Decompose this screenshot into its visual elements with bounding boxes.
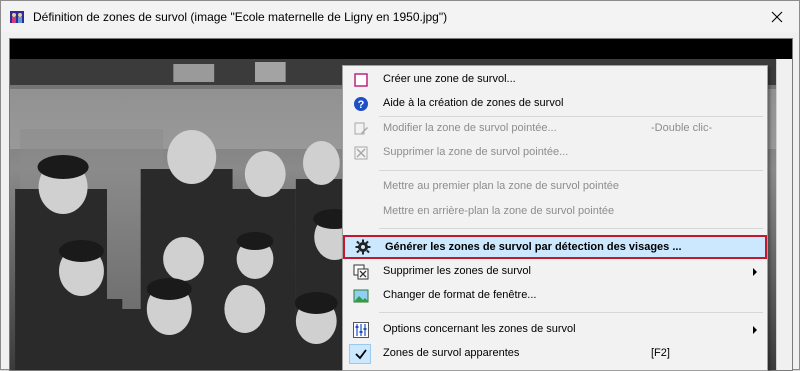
- submenu-arrow-icon: [753, 268, 757, 276]
- menu-item-help[interactable]: ? Aide à la création de zones de survol: [345, 93, 765, 115]
- menu-item-label: Changer de format de fenêtre...: [383, 289, 537, 301]
- menu-separator: [379, 312, 763, 313]
- menu-item-edit-zone[interactable]: Modifier la zone de survol pointée... -D…: [345, 118, 765, 140]
- edit-zone-icon: [353, 121, 369, 137]
- vertical-scrollbar[interactable]: [776, 59, 792, 370]
- menu-item-change-format[interactable]: Changer de format de fenêtre...: [345, 285, 765, 307]
- menu-item-label: Aide à la création de zones de survol: [383, 97, 564, 109]
- image-top-band: [10, 39, 792, 59]
- svg-text:?: ?: [358, 99, 365, 111]
- gear-icon: [355, 239, 371, 255]
- menu-item-label: Supprimer les zones de survol: [383, 265, 531, 277]
- menu-item-label: Zones de survol apparentes: [383, 347, 520, 359]
- menu-item-delete-zone[interactable]: Supprimer la zone de survol pointée...: [345, 142, 765, 164]
- help-icon: ?: [353, 96, 369, 112]
- menu-item-label: Mettre en arrière-plan la zone de survol…: [383, 205, 615, 217]
- menu-item-delete-zones[interactable]: Supprimer les zones de survol: [345, 261, 765, 283]
- title-bar[interactable]: Définition de zones de survol (image "Ec…: [1, 1, 799, 32]
- menu-item-generate-face-zones[interactable]: Générer les zones de survol par détectio…: [343, 235, 767, 259]
- dialog-window: Définition de zones de survol (image "Ec…: [0, 0, 800, 371]
- square-outline-icon: [353, 72, 369, 88]
- menu-item-label: Options concernant les zones de survol: [383, 323, 576, 335]
- delete-zones-icon: [353, 264, 369, 280]
- menu-item-label: Modifier la zone de survol pointée...: [383, 122, 557, 134]
- menu-separator: [379, 170, 763, 171]
- submenu-arrow-icon: [753, 326, 757, 334]
- menu-item-label: Mettre au premier plan la zone de survol…: [383, 180, 620, 192]
- menu-item-label: Supprimer la zone de survol pointée...: [383, 146, 569, 158]
- menu-item-bring-front[interactable]: Mettre au premier plan la zone de survol…: [345, 176, 765, 198]
- menu-item-shortcut: -Double clic-: [651, 122, 713, 134]
- check-icon: [353, 346, 369, 362]
- image-format-icon: [353, 288, 369, 304]
- menu-item-send-back[interactable]: Mettre en arrière-plan la zone de survol…: [345, 201, 765, 223]
- delete-zone-icon: [353, 145, 369, 161]
- app-icon: [9, 9, 25, 25]
- menu-separator: [379, 228, 763, 229]
- menu-item-create-zone[interactable]: Créer une zone de survol...: [345, 69, 765, 91]
- sliders-icon: [353, 322, 369, 338]
- context-menu: Créer une zone de survol... ? Aide à la …: [342, 65, 768, 371]
- menu-item-options[interactable]: Options concernant les zones de survol: [345, 319, 765, 341]
- close-icon: [771, 11, 783, 22]
- menu-separator: [379, 116, 763, 117]
- menu-item-visible-zones[interactable]: Zones de survol apparentes [F2]: [345, 343, 765, 365]
- window-title: Définition de zones de survol (image "Ec…: [33, 10, 448, 24]
- close-button[interactable]: [755, 1, 799, 32]
- menu-item-label: Générer les zones de survol par détectio…: [385, 241, 682, 253]
- menu-item-shortcut: [F2]: [651, 347, 670, 359]
- menu-item-label: Créer une zone de survol...: [383, 73, 516, 85]
